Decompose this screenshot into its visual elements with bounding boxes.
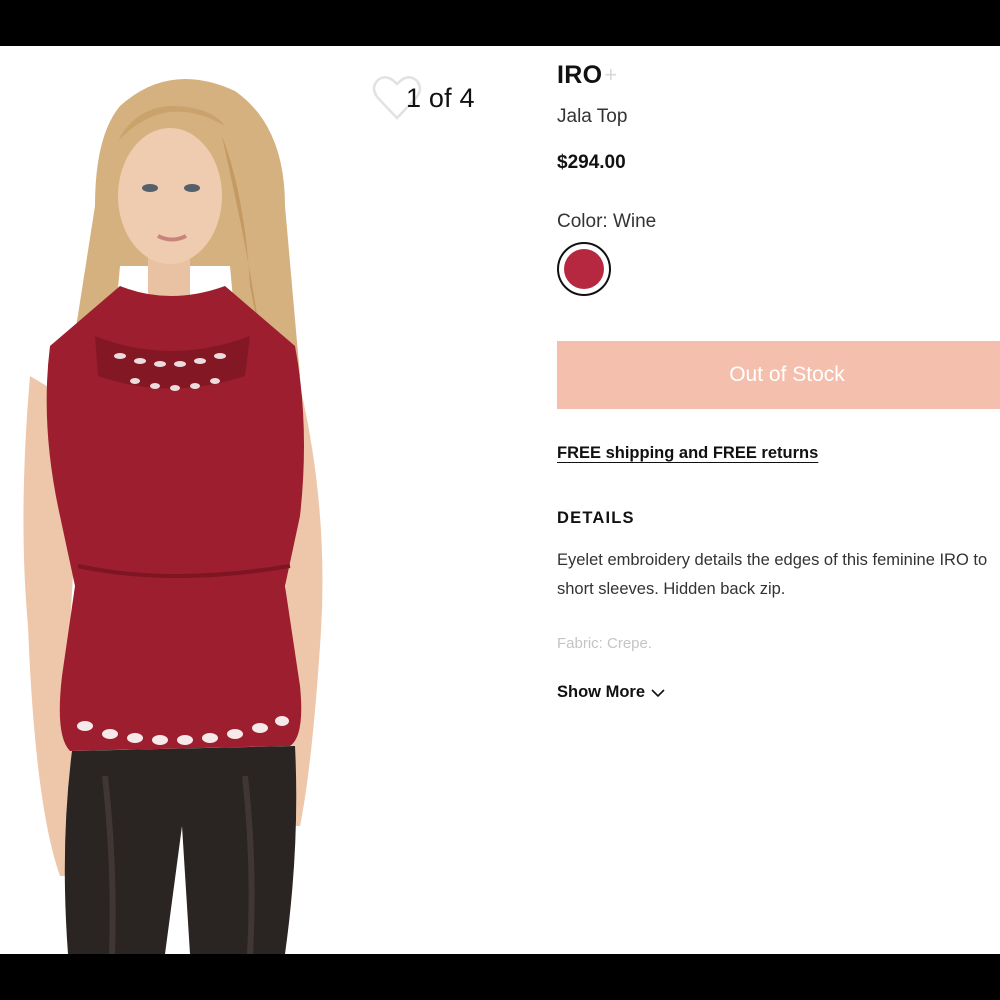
color-swatch-fill [564,249,604,289]
product-description: Eyelet embroidery details the edges of t… [557,546,1000,604]
color-swatch-wine[interactable] [557,242,611,296]
details-heading: DETAILS [557,509,635,527]
show-more-label: Show More [557,683,646,701]
product-name: Jala Top [557,106,628,127]
color-label: Color: Wine [557,211,657,232]
brand-row: IRO + [557,61,617,90]
fabric-info: Fabric: Crepe. [557,635,653,652]
product-price: $294.00 [557,152,626,173]
description-line: short sleeves. Hidden back zip. [557,580,786,598]
brand-name[interactable]: IRO [557,61,602,90]
product-page: 1 of 4 IRO + Jala Top $294.00 Color: Win… [0,46,1000,954]
follow-brand-plus-icon[interactable]: + [604,62,617,88]
free-shipping-link[interactable]: FREE shipping and FREE returns [557,444,818,463]
show-more-button[interactable]: Show More [557,683,665,702]
description-line: Eyelet embroidery details the edges of t… [557,551,988,569]
image-counter: 1 of 4 [406,83,475,113]
chevron-down-icon [651,688,665,697]
out-of-stock-button[interactable]: Out of Stock [557,341,1000,409]
product-photo[interactable] [0,46,400,954]
